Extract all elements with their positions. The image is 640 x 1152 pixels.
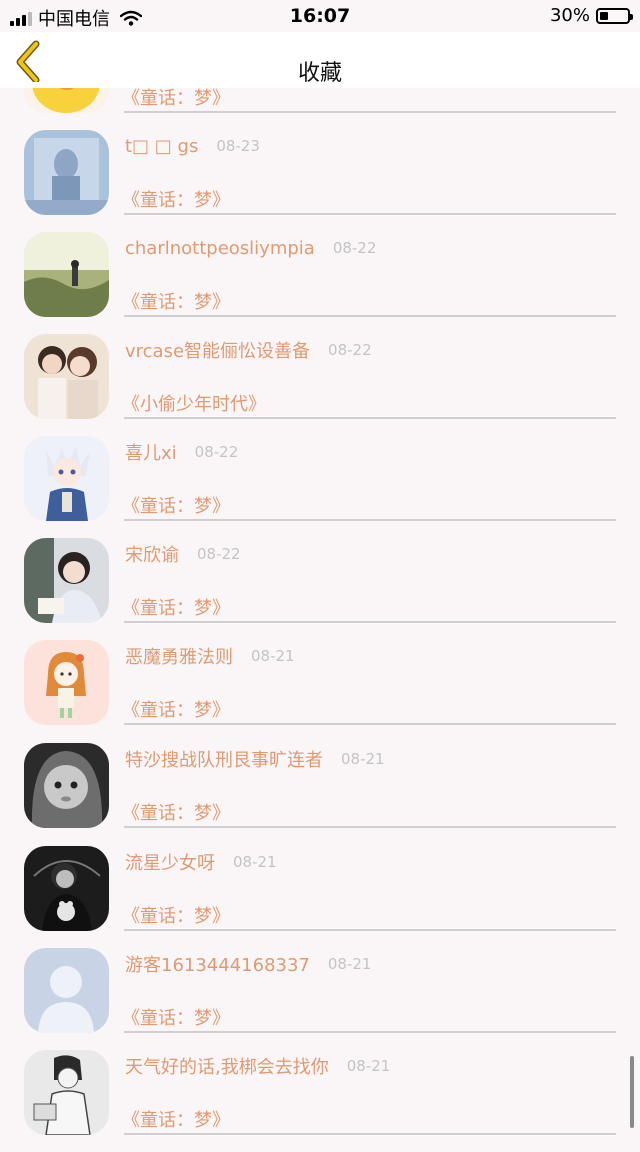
divider	[124, 621, 616, 623]
divider	[124, 826, 616, 828]
divider	[124, 315, 616, 317]
story-title[interactable]: 《童话：梦》	[122, 1004, 230, 1030]
story-title[interactable]: 《童话：梦》	[122, 902, 230, 928]
story-title[interactable]: 《童话：梦》	[122, 288, 230, 314]
list-item[interactable]: 喜儿xi 08-22 《童话：梦》	[0, 436, 640, 538]
battery-icon	[596, 7, 633, 24]
couple-avatar	[24, 334, 109, 419]
user-name[interactable]: vrcase智能俪忪设善备	[125, 337, 310, 363]
date-label: 08-21	[233, 853, 277, 871]
list-item[interactable]: 流星少女呀 08-21 《童话：梦》	[0, 846, 640, 948]
date-label: 08-21	[341, 750, 385, 768]
avatar[interactable]	[24, 640, 109, 725]
avatar[interactable]	[24, 538, 109, 623]
divider	[124, 519, 616, 521]
navigation-bar: 收藏	[0, 32, 640, 88]
story-title[interactable]: 《童话：梦》	[122, 1106, 230, 1132]
battery-percent-label: 30%	[549, 5, 590, 26]
user-name[interactable]: 天气好的话,我梆会去找你	[125, 1053, 329, 1079]
list-item[interactable]: 特沙搜战队刑艮事旷连者 08-21 《童话：梦》	[0, 743, 640, 845]
date-label: 08-21	[327, 955, 372, 973]
avatar[interactable]	[24, 948, 109, 1033]
list-item[interactable]: 宋欣谕 08-22 《童话：梦》	[0, 538, 640, 640]
list-item[interactable]: vrcase智能俪忪设善备 08-22 《小偷少年时代》	[0, 334, 640, 436]
avatar[interactable]	[24, 743, 109, 828]
date-label: 08-23	[216, 137, 260, 155]
date-label: 08-21	[346, 1057, 391, 1075]
story-title[interactable]: 《童话：梦》	[122, 186, 230, 212]
story-title[interactable]: 《小偷少年时代》	[122, 390, 266, 416]
divider	[124, 213, 616, 215]
avatar[interactable]	[24, 130, 109, 215]
list-item[interactable]: 恶魔勇雅法则 08-21 《童话：梦》	[0, 640, 640, 742]
divider	[124, 111, 616, 113]
default-user-avatar	[24, 948, 109, 1033]
date-label: 08-22	[197, 545, 241, 563]
avatar[interactable]	[24, 436, 109, 521]
user-name[interactable]: 流星少女呀	[125, 849, 215, 875]
avatar[interactable]	[24, 1050, 109, 1135]
story-title[interactable]: 《童话：梦》	[122, 492, 230, 518]
user-name[interactable]: 宋欣谕	[125, 541, 179, 567]
anime-boy-avatar	[24, 436, 109, 521]
list-item[interactable]: t□ □ gs 08-23 《童话：梦》	[0, 130, 640, 232]
user-name[interactable]: 恶魔勇雅法则	[125, 643, 233, 669]
story-title[interactable]: 《童话：梦》	[122, 799, 230, 825]
story-title[interactable]: 《童话：梦》	[122, 696, 230, 722]
divider	[124, 929, 616, 931]
date-label: 08-22	[332, 239, 377, 257]
avatar[interactable]	[24, 232, 109, 317]
story-title[interactable]: 《童话：梦》	[122, 594, 230, 620]
divider	[124, 1031, 616, 1033]
bw-girl-avatar	[24, 846, 109, 931]
user-name[interactable]: t□ □ gs	[125, 136, 198, 157]
divider	[124, 723, 616, 725]
avatar[interactable]	[24, 334, 109, 419]
divider	[124, 417, 616, 419]
user-name[interactable]: 游客1613444168337	[125, 951, 310, 977]
clock-label: 16:07	[289, 5, 351, 27]
list-item[interactable]: charlnottpeosliympia 08-22 《童话：梦》	[0, 232, 640, 334]
status-bar: 中国电信 16:07 30%	[0, 0, 640, 32]
avatar[interactable]	[24, 846, 109, 931]
girl-photo-avatar	[24, 538, 109, 623]
blue-photo-avatar	[24, 130, 109, 215]
cartoon-girl-avatar	[24, 640, 109, 725]
grass-field-avatar	[24, 232, 109, 317]
user-name[interactable]: 喜儿xi	[125, 439, 177, 465]
list-item[interactable]: 天气好的话,我梆会去找你 08-21 《童话：梦》	[0, 1050, 640, 1152]
page-title: 收藏	[297, 61, 342, 86]
date-label: 08-22	[328, 341, 372, 359]
sketch-avatar	[24, 1050, 109, 1135]
divider	[124, 1133, 616, 1135]
list-item[interactable]: 游客1613444168337 08-21 《童话：梦》	[0, 948, 640, 1050]
user-name[interactable]: charlnottpeosliympia	[125, 238, 315, 259]
baby-hood-avatar	[24, 743, 109, 828]
date-label: 08-21	[251, 647, 295, 665]
date-label: 08-22	[194, 443, 239, 461]
scrollbar[interactable]	[630, 1056, 634, 1128]
user-name[interactable]: 特沙搜战队刑艮事旷连者	[125, 746, 323, 772]
